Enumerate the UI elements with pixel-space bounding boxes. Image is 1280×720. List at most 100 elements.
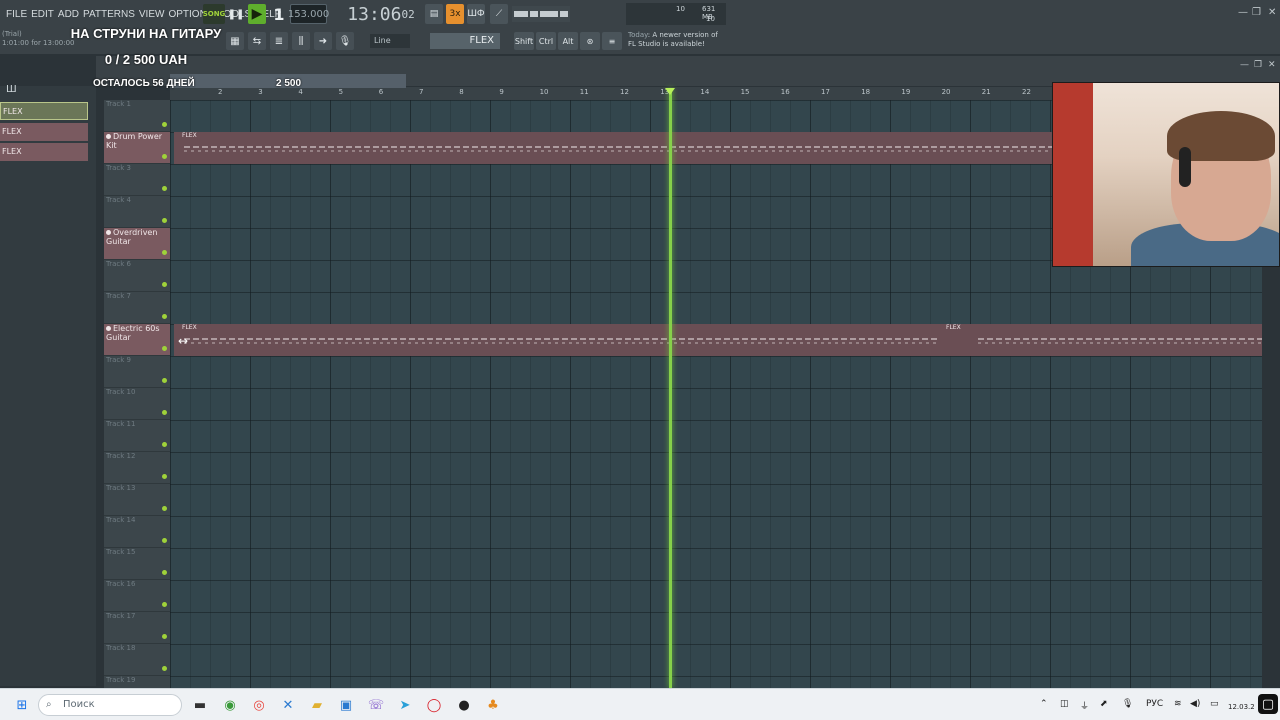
- picker-icon[interactable]: Ш: [6, 84, 17, 95]
- start-icon[interactable]: ⊞: [12, 695, 32, 715]
- wifi-icon[interactable]: ≋: [1174, 699, 1182, 709]
- tool-button-3[interactable]: ШФ: [467, 4, 485, 24]
- track-mute-led-icon[interactable]: [162, 602, 167, 607]
- track-mute-led-icon[interactable]: [162, 570, 167, 575]
- track-mute-led-icon[interactable]: [162, 506, 167, 511]
- track-mute-led-icon[interactable]: [162, 154, 167, 159]
- tray-icon[interactable]: ◫: [1060, 699, 1069, 709]
- track-header[interactable]: Track 6: [104, 260, 170, 292]
- taskbar-search[interactable]: ⌕ Поиск: [38, 694, 182, 716]
- tray-app-icon[interactable]: ⬈: [1100, 699, 1108, 709]
- tray-chevron-icon[interactable]: ⌃: [1040, 699, 1048, 709]
- pattern-number[interactable]: 1: [272, 4, 286, 24]
- pattern-clip[interactable]: FLEX: [938, 324, 1262, 356]
- ctrl-key-button[interactable]: Ctrl: [536, 32, 556, 50]
- date-display[interactable]: 12.03.2: [1228, 703, 1255, 711]
- menu-item[interactable]: VIEW: [139, 9, 165, 20]
- channel-item[interactable]: FLEX: [0, 102, 88, 120]
- track-mute-led-icon[interactable]: [162, 122, 167, 127]
- track-header[interactable]: Track 13: [104, 484, 170, 516]
- channel-rack-icon[interactable]: ≣: [270, 32, 288, 50]
- track-header[interactable]: Track 3: [104, 164, 170, 196]
- track-header[interactable]: Track 14: [104, 516, 170, 548]
- channel-item[interactable]: FLEX: [0, 123, 88, 141]
- viber-icon[interactable]: ☏: [366, 695, 386, 715]
- track-mute-led-icon[interactable]: [162, 666, 167, 671]
- track-mute-led-icon[interactable]: [162, 378, 167, 383]
- track-header[interactable]: Track 12: [104, 452, 170, 484]
- shift-key-button[interactable]: Shift: [514, 32, 534, 50]
- store-icon[interactable]: ▣: [336, 695, 356, 715]
- microphone-tray-icon[interactable]: 🎙: [1122, 699, 1133, 709]
- track-header[interactable]: Electric 60s Guitar: [104, 324, 170, 356]
- obs-icon[interactable]: ●: [454, 695, 474, 715]
- menu-lines-icon[interactable]: ≡: [602, 32, 622, 50]
- track-header[interactable]: Overdriven Guitar: [104, 228, 170, 260]
- maximize-icon[interactable]: ❐: [1252, 7, 1261, 18]
- tool-button-1[interactable]: ▤: [425, 4, 443, 24]
- track-header[interactable]: Track 9: [104, 356, 170, 388]
- track-header[interactable]: Track 17: [104, 612, 170, 644]
- track-mute-led-icon[interactable]: [162, 346, 167, 351]
- pause-button[interactable]: ❚❚: [228, 4, 245, 24]
- tool-button-4[interactable]: ⟋: [490, 4, 508, 24]
- track-header[interactable]: Track 15: [104, 548, 170, 580]
- track-mute-led-icon[interactable]: [162, 250, 167, 255]
- language-indicator[interactable]: РУС: [1146, 699, 1163, 709]
- snap-selector[interactable]: Line: [370, 34, 410, 48]
- track-mute-led-icon[interactable]: [162, 410, 167, 415]
- opera-icon[interactable]: ◯: [424, 695, 444, 715]
- playlist-icon[interactable]: ▦: [226, 32, 244, 50]
- fl-studio-icon[interactable]: ♣: [483, 695, 503, 715]
- battery-icon[interactable]: ▭: [1210, 699, 1219, 709]
- menu-item[interactable]: ADD: [58, 9, 79, 20]
- playlist-maximize-icon[interactable]: ❐: [1254, 60, 1262, 70]
- track-header[interactable]: Track 7: [104, 292, 170, 324]
- song-mode-button[interactable]: SONG: [203, 4, 225, 24]
- menu-item[interactable]: EDIT: [31, 9, 54, 20]
- track-mute-led-icon[interactable]: [162, 538, 167, 543]
- track-mute-led-icon[interactable]: [162, 314, 167, 319]
- playhead[interactable]: [669, 88, 672, 688]
- pattern-clip[interactable]: FLEX: [174, 324, 938, 356]
- pattern-clip[interactable]: FLEX: [174, 132, 1052, 164]
- track-mute-led-icon[interactable]: [162, 186, 167, 191]
- selected-pattern[interactable]: FLEX: [430, 33, 500, 49]
- track-header[interactable]: Drum Power Kit: [104, 132, 170, 164]
- track-mute-led-icon[interactable]: [162, 442, 167, 447]
- track-mute-led-icon[interactable]: [162, 474, 167, 479]
- telegram-icon[interactable]: ➤: [395, 695, 415, 715]
- close-icon[interactable]: ✕: [1268, 7, 1276, 18]
- folder-icon[interactable]: ▰: [307, 695, 327, 715]
- playhead-marker-icon[interactable]: [665, 88, 675, 95]
- notification-icon[interactable]: ▢: [1258, 694, 1278, 714]
- microphone-icon[interactable]: 🎙: [336, 32, 354, 50]
- piano-roll-icon[interactable]: ⇆: [248, 32, 266, 50]
- channel-item[interactable]: FLEX: [0, 143, 88, 161]
- chrome-icon[interactable]: ◎: [249, 695, 269, 715]
- volume-icon[interactable]: ◀): [1190, 699, 1200, 709]
- news-panel[interactable]: Today: A newer version of FL Studio is a…: [628, 31, 723, 49]
- online-icon[interactable]: ⊛: [580, 32, 600, 50]
- file-explorer-icon[interactable]: ▬: [190, 695, 210, 715]
- track-header[interactable]: Track 10: [104, 388, 170, 420]
- track-mute-led-icon[interactable]: [162, 282, 167, 287]
- track-header[interactable]: Track 16: [104, 580, 170, 612]
- tempo-display[interactable]: 153.000: [288, 4, 329, 24]
- minimize-icon[interactable]: —: [1238, 7, 1248, 18]
- track-header[interactable]: Track 11: [104, 420, 170, 452]
- browser-green-icon[interactable]: ◉: [220, 695, 240, 715]
- track-mute-led-icon[interactable]: [162, 218, 167, 223]
- menu-item[interactable]: PATTERNS: [83, 9, 135, 20]
- track-header[interactable]: Track 4: [104, 196, 170, 228]
- track-mute-led-icon[interactable]: [162, 634, 167, 639]
- tool-button-2[interactable]: 3x: [446, 4, 464, 24]
- track-header[interactable]: Track 18: [104, 644, 170, 676]
- vscode-icon[interactable]: ✕: [278, 695, 298, 715]
- alt-key-button[interactable]: Alt: [558, 32, 578, 50]
- playlist-close-icon[interactable]: ✕: [1268, 60, 1276, 70]
- menu-item[interactable]: FILE: [6, 9, 27, 20]
- play-button[interactable]: ▶: [248, 4, 266, 24]
- arrow-right-icon[interactable]: ➜: [314, 32, 332, 50]
- track-header[interactable]: Track 1: [104, 100, 170, 132]
